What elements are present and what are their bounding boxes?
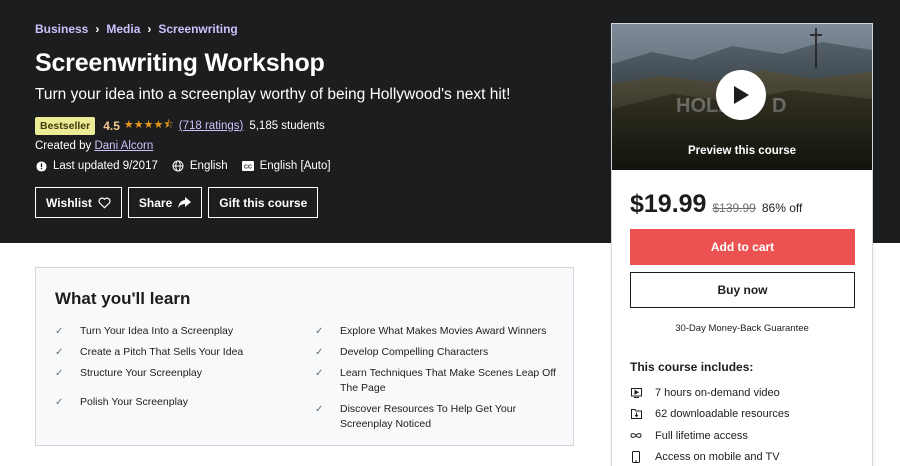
created-by-label: Created by	[35, 140, 92, 152]
rating-row: Bestseller 4.5 ★★★★⯪ (718 ratings) 5,185…	[35, 116, 325, 135]
includes-item: 7 hours on-demand video	[630, 382, 790, 404]
course-preview[interactable]: HOLL D Preview this course	[612, 24, 872, 170]
last-updated-text: Last updated 9/2017	[53, 160, 158, 172]
action-buttons: Wishlist Share Gift this course	[35, 187, 324, 218]
learn-item: ✓ Structure Your Screenplay	[55, 366, 295, 381]
last-updated: Last updated 9/2017	[35, 160, 158, 172]
learn-item-text: Create a Pitch That Sells Your Idea	[80, 346, 244, 358]
learn-item: ✓ Develop Compelling Characters	[315, 345, 560, 360]
price-row: $19.99 $139.99 86% off	[630, 190, 802, 219]
chevron-right-icon: ›	[95, 22, 100, 36]
breadcrumb: Business › Media › Screenwriting	[35, 22, 238, 36]
check-icon: ✓	[315, 404, 324, 415]
ratings-count-link[interactable]: (718 ratings)	[179, 120, 244, 132]
includes-title: This course includes:	[630, 360, 754, 374]
video-icon	[630, 387, 642, 399]
purchase-card: HOLL D Preview this course $19.99 $139.9…	[611, 23, 873, 466]
learn-item-text: Discover Resources To Help Get Your Scre…	[340, 403, 517, 430]
bestseller-badge: Bestseller	[35, 116, 96, 135]
learn-title: What you'll learn	[55, 289, 191, 308]
rating-value: 4.5	[103, 118, 120, 133]
check-icon: ✓	[315, 326, 324, 337]
learn-item-text: Learn Techniques That Make Scenes Leap O…	[340, 367, 556, 394]
learn-item: ✓ Polish Your Screenplay	[55, 395, 295, 410]
learn-item: ✓ Turn Your Idea Into a Screenplay	[55, 324, 295, 339]
play-icon	[734, 86, 749, 104]
captions-text: English [Auto]	[259, 160, 331, 172]
share-arrow-icon	[178, 197, 192, 208]
students-count: 5,185 students	[249, 119, 325, 132]
heart-icon	[98, 197, 111, 208]
learn-item: ✓ Create a Pitch That Sells Your Idea	[55, 345, 295, 360]
chevron-right-icon: ›	[147, 22, 152, 36]
add-to-cart-button[interactable]: Add to cart	[630, 229, 855, 265]
check-icon: ✓	[315, 347, 324, 358]
learn-item: ✓ Learn Techniques That Make Scenes Leap …	[315, 366, 560, 396]
course-title: Screenwriting Workshop	[35, 49, 325, 77]
author-link[interactable]: Dani Alcorn	[94, 140, 153, 152]
includes-item-text: 62 downloadable resources	[655, 408, 790, 421]
includes-list: 7 hours on-demand video 62 downloadable …	[630, 382, 790, 466]
captions: CC English [Auto]	[241, 160, 331, 172]
check-icon: ✓	[55, 326, 64, 337]
includes-item: Full lifetime access	[630, 425, 790, 447]
language-text: English	[189, 160, 228, 172]
gift-label: Gift this course	[219, 195, 308, 210]
includes-item: Access on mobile and TV	[630, 447, 790, 466]
play-button[interactable]	[716, 70, 766, 120]
infinity-icon	[630, 430, 642, 442]
check-icon: ✓	[55, 347, 64, 358]
breadcrumb-screenwriting[interactable]: Screenwriting	[158, 22, 237, 36]
discount-percent: 86% off	[761, 201, 803, 215]
includes-item: 62 downloadable resources	[630, 404, 790, 426]
language: English	[172, 160, 228, 172]
wishlist-label: Wishlist	[46, 195, 92, 210]
learn-item-text: Turn Your Idea Into a Screenplay	[80, 325, 234, 337]
download-icon	[630, 408, 642, 420]
created-by: Created by Dani Alcorn	[35, 140, 153, 152]
svg-text:CC: CC	[244, 164, 252, 170]
breadcrumb-business[interactable]: Business	[35, 22, 88, 36]
learn-item: ✓ Discover Resources To Help Get Your Scr…	[315, 402, 560, 432]
learn-item-text: Polish Your Screenplay	[80, 396, 188, 408]
current-price: $19.99	[630, 190, 707, 218]
mobile-icon	[630, 451, 642, 464]
what-you-will-learn: What you'll learn ✓ Turn Your Idea Into a…	[35, 267, 574, 446]
includes-item-text: Full lifetime access	[655, 429, 748, 442]
share-label: Share	[138, 195, 173, 210]
learn-item-text: Structure Your Screenplay	[80, 367, 202, 379]
course-subtitle: Turn your idea into a screenplay worthy …	[35, 86, 511, 103]
check-icon: ✓	[315, 368, 324, 379]
breadcrumb-media[interactable]: Media	[106, 22, 140, 36]
closed-captions-icon: CC	[241, 160, 254, 172]
globe-icon	[172, 160, 184, 172]
check-icon: ✓	[55, 397, 64, 408]
course-meta: Last updated 9/2017 English CC English […	[35, 160, 345, 172]
buy-now-button[interactable]: Buy now	[630, 272, 855, 308]
original-price: $139.99	[712, 201, 756, 215]
learn-item-text: Explore What Makes Movies Award Winners	[340, 325, 547, 337]
learn-item-text: Develop Compelling Characters	[340, 346, 489, 358]
learn-item: ✓ Explore What Makes Movies Award Winners	[315, 324, 560, 339]
learn-list-right: ✓ Explore What Makes Movies Award Winners…	[315, 324, 560, 438]
preview-label: Preview this course	[687, 145, 797, 157]
includes-item-text: 7 hours on-demand video	[655, 386, 780, 399]
wishlist-button[interactable]: Wishlist	[35, 187, 122, 218]
alert-icon	[35, 160, 47, 172]
gift-course-button[interactable]: Gift this course	[208, 187, 319, 218]
share-button[interactable]: Share	[127, 187, 203, 218]
money-back-guarantee: 30-Day Money-Back Guarantee	[675, 323, 809, 334]
check-icon: ✓	[55, 368, 64, 379]
star-rating-icon: ★★★★⯪	[123, 119, 174, 131]
learn-list-left: ✓ Turn Your Idea Into a Screenplay ✓ Creat…	[55, 324, 295, 416]
includes-item-text: Access on mobile and TV	[655, 451, 780, 464]
